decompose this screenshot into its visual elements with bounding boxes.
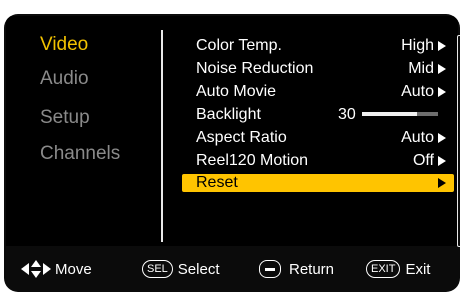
- setting-backlight[interactable]: Backlight 30: [192, 105, 454, 125]
- setting-label: Reset: [196, 174, 238, 191]
- category-channels[interactable]: Channels: [40, 143, 120, 165]
- setting-label: Auto Movie: [196, 83, 277, 100]
- setting-value: Auto: [401, 129, 434, 146]
- return-label: Return: [289, 260, 335, 278]
- move-label: Move: [55, 260, 92, 278]
- legend-move: Move: [20, 260, 92, 278]
- tv-menu-screen: Video Audio Setup Channels Color Temp. H…: [4, 14, 460, 292]
- legend-return: Return: [259, 260, 334, 278]
- return-button-icon: [259, 260, 281, 278]
- category-audio[interactable]: Audio: [40, 68, 89, 90]
- setting-value: Off: [412, 152, 434, 169]
- select-label: Select: [177, 260, 220, 278]
- legend-exit: EXIT Exit: [366, 260, 430, 278]
- setting-value: Mid: [408, 60, 434, 77]
- setting-label: Aspect Ratio: [196, 129, 287, 146]
- setting-label: Reel120 Motion: [196, 152, 309, 169]
- setting-label: Color Temp.: [196, 37, 282, 54]
- arrow-right-icon: [438, 156, 446, 166]
- category-video[interactable]: Video: [40, 34, 88, 56]
- setting-label: Noise Reduction: [196, 60, 314, 77]
- setting-value: High: [401, 37, 434, 54]
- button-legend: Move SEL Select Return EXIT Exit: [4, 250, 460, 290]
- legend-select: SEL Select: [142, 260, 220, 278]
- setting-auto-movie[interactable]: Auto Movie Auto: [192, 82, 454, 102]
- menu-divider: [161, 30, 163, 242]
- setting-reel120-motion[interactable]: Reel120 Motion Off: [192, 151, 454, 171]
- setting-reset[interactable]: Reset: [182, 174, 454, 192]
- backlight-slider[interactable]: [362, 112, 438, 116]
- exit-button-icon: EXIT: [366, 260, 401, 278]
- setting-color-temp[interactable]: Color Temp. High: [192, 36, 454, 56]
- setting-aspect-ratio[interactable]: Aspect Ratio Auto: [192, 128, 454, 148]
- arrow-right-icon: [438, 87, 446, 97]
- dpad-arrows-icon: [21, 260, 51, 278]
- backlight-value: 30: [338, 106, 356, 123]
- exit-label: Exit: [405, 260, 431, 278]
- arrow-right-icon: [438, 41, 446, 51]
- sel-button-icon: SEL: [142, 260, 173, 278]
- setting-label: Backlight: [196, 106, 261, 123]
- arrow-right-icon: [438, 178, 446, 188]
- arrow-right-icon: [438, 64, 446, 74]
- menu-panel: Video Audio Setup Channels Color Temp. H…: [6, 16, 460, 247]
- arrow-right-icon: [438, 133, 446, 143]
- setting-noise-reduction[interactable]: Noise Reduction Mid: [192, 59, 454, 79]
- menu-scrollbar[interactable]: [457, 35, 460, 247]
- category-setup[interactable]: Setup: [40, 107, 90, 129]
- setting-value: Auto: [401, 83, 434, 100]
- backlight-slider-fill: [362, 112, 417, 116]
